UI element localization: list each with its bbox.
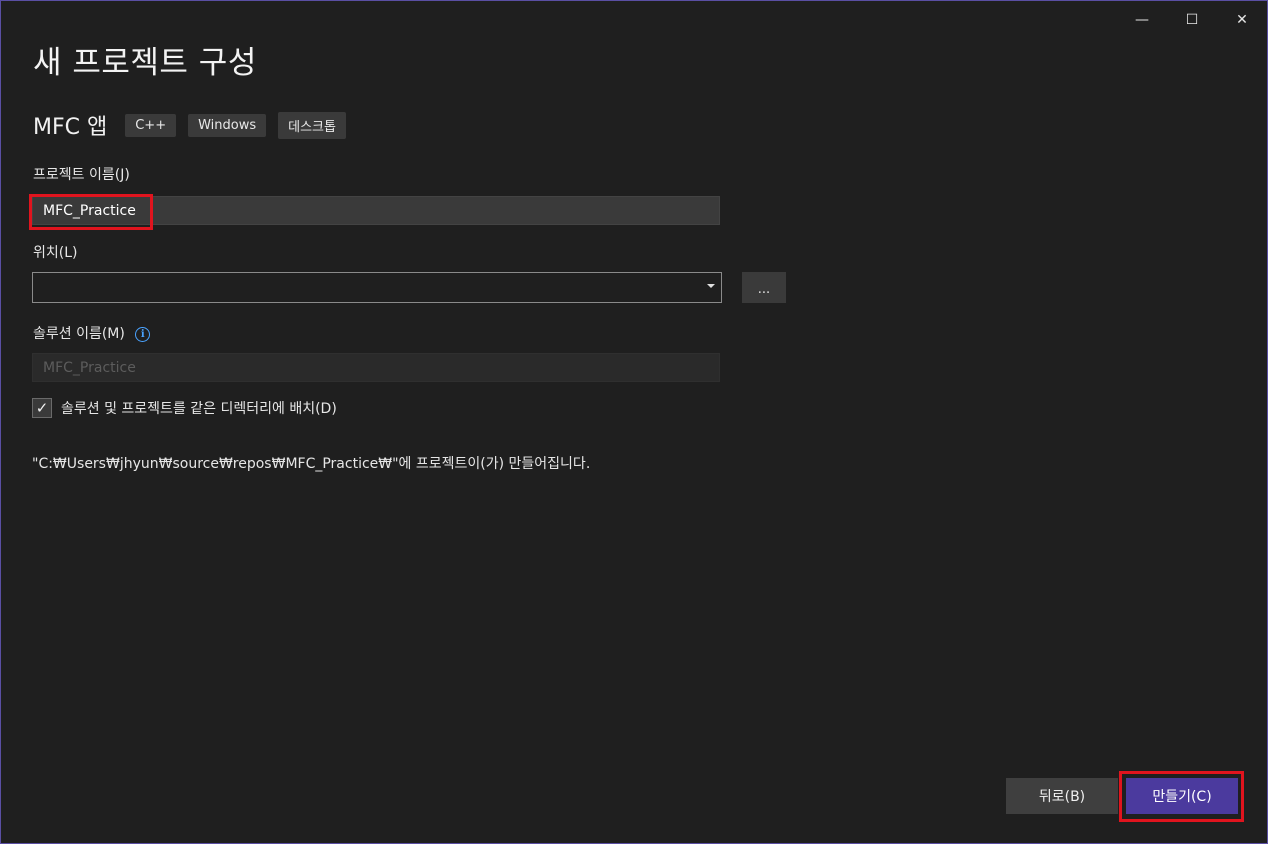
tag-project-type: 데스크톱 <box>278 111 346 139</box>
close-button[interactable]: ✕ <box>1217 1 1267 39</box>
location-combobox[interactable] <box>32 272 722 303</box>
dialog-window: — ☐ ✕ 새 프로젝트 구성 MFC 앱 C++ Windows 데스크톱 프… <box>0 0 1268 844</box>
info-icon[interactable]: i <box>135 326 151 342</box>
browse-label: ... <box>757 282 771 297</box>
solution-name-label: 솔루션 이름(M) <box>33 326 125 342</box>
create-button[interactable]: 만들기(C) <box>1126 778 1238 814</box>
solution-name-input: MFC_Practice <box>32 353 720 382</box>
minimize-icon: — <box>1135 12 1149 28</box>
page-title: 새 프로젝트 구성 <box>33 45 257 81</box>
close-icon: ✕ <box>1236 12 1248 28</box>
solution-name-placeholder: MFC_Practice <box>43 360 136 376</box>
project-path-note: "C:₩Users₩jhyun₩source₩repos₩MFC_Practic… <box>32 456 591 472</box>
maximize-button[interactable]: ☐ <box>1167 1 1217 39</box>
checkmark-icon: ✓ <box>35 399 49 417</box>
project-name-input[interactable]: MFC_Practice <box>32 196 720 225</box>
project-name-label: 프로젝트 이름(J) <box>33 167 130 183</box>
same-directory-option[interactable]: ✓ 솔루션 및 프로젝트를 같은 디렉터리에 배치(D) <box>32 398 337 418</box>
project-name-value: MFC_Practice <box>43 203 136 219</box>
tag-language: C++ <box>125 113 177 137</box>
create-button-label: 만들기(C) <box>1152 789 1212 805</box>
window-controls: — ☐ ✕ <box>1117 1 1267 39</box>
minimize-button[interactable]: — <box>1117 1 1167 39</box>
solution-name-label-row: 솔루션 이름(M) i <box>33 323 151 343</box>
browse-button[interactable]: ... <box>742 272 786 303</box>
back-button[interactable]: 뒤로(B) <box>1006 778 1118 814</box>
tag-platform: Windows <box>188 113 267 137</box>
location-label: 위치(L) <box>33 245 78 261</box>
chevron-down-icon[interactable] <box>707 284 715 288</box>
template-name: MFC 앱 <box>33 115 108 140</box>
back-button-label: 뒤로(B) <box>1038 789 1086 805</box>
template-header: MFC 앱 C++ Windows 데스크톱 <box>33 109 358 141</box>
same-directory-label: 솔루션 및 프로젝트를 같은 디렉터리에 배치(D) <box>61 401 337 417</box>
maximize-icon: ☐ <box>1185 12 1199 28</box>
same-directory-checkbox[interactable]: ✓ <box>32 398 52 418</box>
